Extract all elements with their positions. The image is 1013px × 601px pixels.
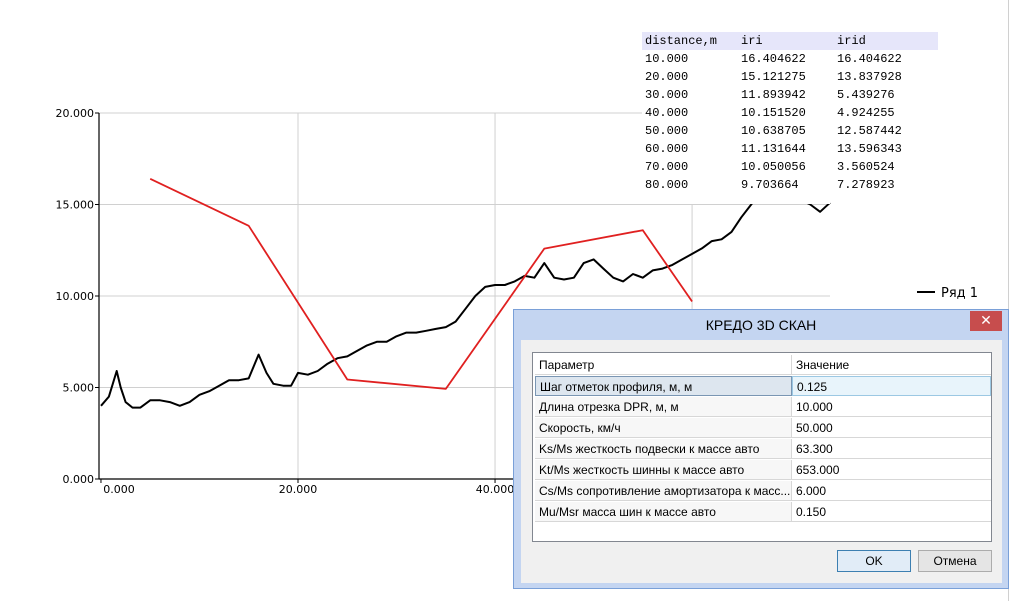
parameter-name: Ks/Ms жесткость подвески к массе авто xyxy=(535,439,792,459)
data-table-row: 50.000 10.638705 12.587442 xyxy=(642,122,902,140)
data-table-row: 10.000 16.404622 16.404622 xyxy=(642,50,902,68)
parameter-name: Длина отрезка DPR, м, м xyxy=(535,397,792,417)
parameter-value[interactable]: 10.000 xyxy=(792,397,991,417)
parameter-value[interactable]: 63.300 xyxy=(792,439,991,459)
parameter-row[interactable]: Mu/Msr масса шин к массе авто 0.150 xyxy=(535,502,991,523)
data-table-row: 30.000 11.893942 5.439276 xyxy=(642,86,895,104)
data-table-cell: 20.000 xyxy=(645,70,689,84)
cancel-button[interactable]: Отмена xyxy=(918,550,992,572)
data-table-cell: 7.278923 xyxy=(837,178,895,192)
ok-button[interactable]: OK xyxy=(837,550,911,572)
data-table-cell: 15.121275 xyxy=(741,70,806,84)
y-tick-label: 20.000 xyxy=(56,107,95,120)
parameter-row[interactable]: Скорость, км/ч 50.000 xyxy=(535,418,991,439)
parameter-value[interactable]: 6.000 xyxy=(792,481,991,501)
header-irid: irid xyxy=(837,34,866,48)
data-table-row: 80.000 9.703664 7.278923 xyxy=(642,176,895,194)
y-tick-label: 15.000 xyxy=(56,199,95,212)
data-table-cell: 80.000 xyxy=(645,178,689,192)
data-table-row: 60.000 11.131644 13.596343 xyxy=(642,140,902,158)
y-tick-label: 0.000 xyxy=(63,473,95,486)
dialog-client-area: Параметр Значение Шаг отметок профиля, м… xyxy=(521,340,1002,583)
header-iri: iri xyxy=(741,34,763,48)
grid-header: Параметр Значение xyxy=(535,355,991,376)
parameter-row[interactable]: Длина отрезка DPR, м, м 10.000 xyxy=(535,397,991,418)
data-table-cell: 10.000 xyxy=(645,52,689,66)
x-tick-label: 0.000 xyxy=(103,483,135,496)
parameter-name: Cs/Ms сопротивление амортизатора к масс.… xyxy=(535,481,792,501)
data-table-cell: 5.439276 xyxy=(837,88,895,102)
y-tick-label: 10.000 xyxy=(56,290,95,303)
y-tick-labels: 0.000 5.000 10.000 15.000 20.000 xyxy=(56,107,95,486)
parameter-name: Kt/Ms жесткость шинны к массе авто xyxy=(535,460,792,480)
x-tick-labels: 0.000 20.000 40.000 xyxy=(103,483,514,496)
parameter-grid[interactable]: Параметр Значение Шаг отметок профиля, м… xyxy=(532,352,992,542)
data-table-cell: 12.587442 xyxy=(837,124,902,138)
parameter-value[interactable]: 0.125 xyxy=(792,376,991,396)
data-table-header: distance,m iri irid xyxy=(642,32,938,50)
data-table-cell: 11.893942 xyxy=(741,88,806,102)
data-table-cell: 11.131644 xyxy=(741,142,806,156)
data-table-cell: 4.924255 xyxy=(837,106,895,120)
parameter-value[interactable]: 653.000 xyxy=(792,460,991,480)
parameter-row[interactable]: Шаг отметок профиля, м, м 0.125 xyxy=(535,376,991,397)
data-table-cell: 30.000 xyxy=(645,88,689,102)
x-tick-label: 40.000 xyxy=(476,483,515,496)
header-distance: distance,m xyxy=(645,34,718,48)
data-table-row: 70.000 10.050056 3.560524 xyxy=(642,158,895,176)
column-header-value[interactable]: Значение xyxy=(792,355,991,375)
chart-legend: Ряд 1 xyxy=(917,286,978,301)
data-table-cell: 13.596343 xyxy=(837,142,902,156)
parameter-name: Шаг отметок профиля, м, м xyxy=(535,376,792,396)
data-table-row: 20.000 15.121275 13.837928 xyxy=(642,68,902,86)
parameter-name: Mu/Msr масса шин к массе авто xyxy=(535,502,792,522)
data-table-cell: 70.000 xyxy=(645,160,689,174)
data-table-cell: 40.000 xyxy=(645,106,689,120)
data-table-cell: 10.638705 xyxy=(741,124,806,138)
column-header-param[interactable]: Параметр xyxy=(535,355,792,375)
data-table-cell: 3.560524 xyxy=(837,160,895,174)
settings-dialog: КРЕДО 3D СКАН ✕ Параметр Значение Шаг от… xyxy=(513,309,1009,589)
data-table-body: 10.000 16.404622 16.404622 20.000 15.121275 1… xyxy=(642,50,902,194)
data-table-cell: 60.000 xyxy=(645,142,689,156)
data-table-cell: 13.837928 xyxy=(837,70,902,84)
data-table-row: 40.000 10.151520 4.924255 xyxy=(642,104,895,122)
dialog-title: КРЕДО 3D СКАН xyxy=(705,317,817,333)
data-table-cell: 16.404622 xyxy=(741,52,806,66)
data-table-overlay: distance,m iri irid 10.000 16.404622 16.4046… xyxy=(642,32,938,204)
data-table-cell: 9.703664 xyxy=(741,178,799,192)
data-table-cell: 10.151520 xyxy=(741,106,806,120)
parameter-name: Скорость, км/ч xyxy=(535,418,792,438)
x-tick-label: 20.000 xyxy=(279,483,318,496)
parameter-value[interactable]: 50.000 xyxy=(792,418,991,438)
parameter-value[interactable]: 0.150 xyxy=(792,502,991,522)
data-table-cell: 10.050056 xyxy=(741,160,806,174)
legend-label: Ряд 1 xyxy=(941,286,978,301)
parameter-row[interactable]: Ks/Ms жесткость подвески к массе авто 63.… xyxy=(535,439,991,460)
y-tick-label: 5.000 xyxy=(63,382,95,395)
parameter-row[interactable]: Kt/Ms жесткость шинны к массе авто 653.00… xyxy=(535,460,991,481)
data-table-cell: 16.404622 xyxy=(837,52,902,66)
data-table-cell: 50.000 xyxy=(645,124,689,138)
parameter-row[interactable]: Cs/Ms сопротивление амортизатора к масс.… xyxy=(535,481,991,502)
close-button[interactable]: ✕ xyxy=(970,311,1002,331)
